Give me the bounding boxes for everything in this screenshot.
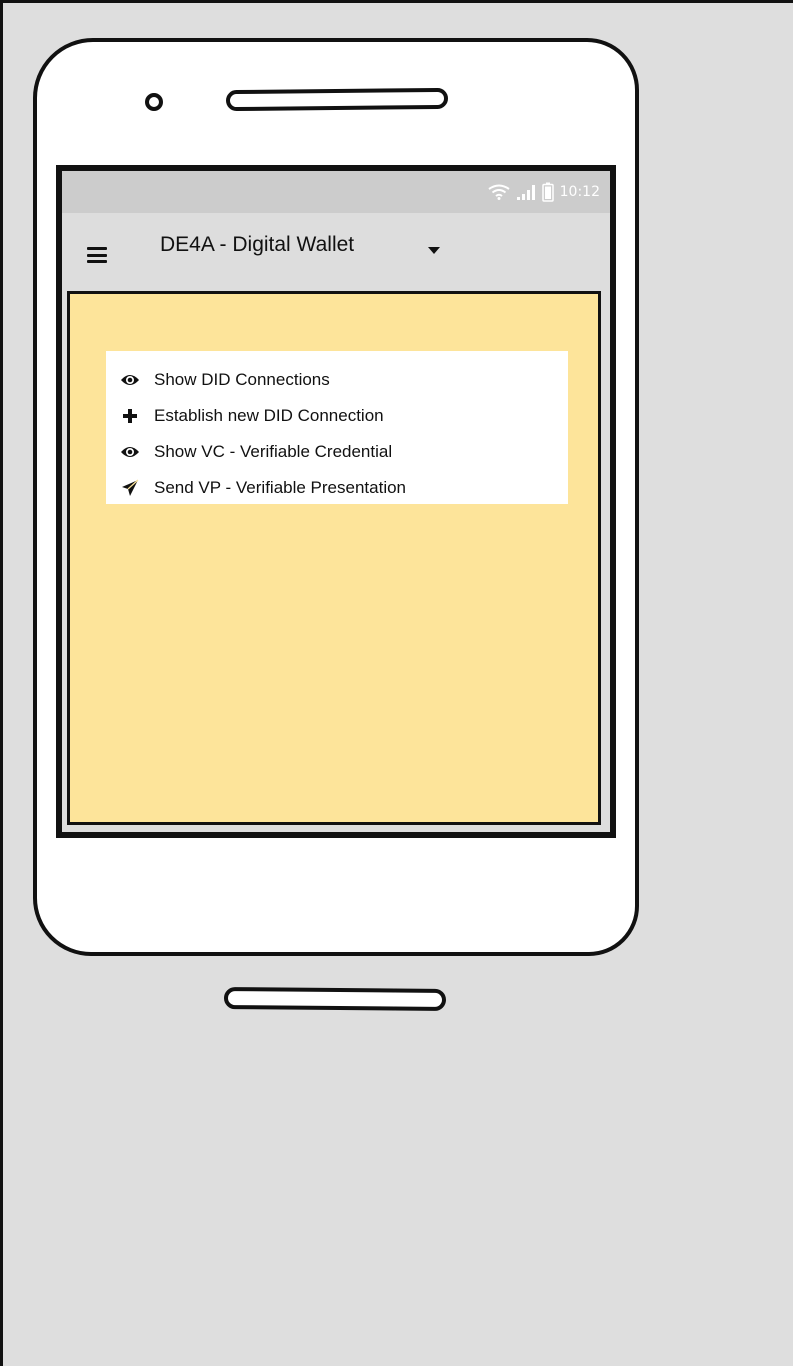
- send-icon: [118, 478, 142, 498]
- signal-icon: [516, 184, 536, 200]
- content-area: Show DID Connections Establish new DID C…: [67, 291, 601, 825]
- status-bar: 10:12: [62, 171, 610, 213]
- eye-icon: [118, 442, 142, 462]
- wifi-icon: [488, 184, 510, 200]
- bottom-speaker: [223, 987, 447, 1011]
- action-menu: Show DID Connections Establish new DID C…: [106, 351, 568, 504]
- menu-item-show-vc[interactable]: Show VC - Verifiable Credential: [118, 434, 556, 470]
- eye-icon: [118, 370, 142, 390]
- menu-item-establish-did-connection[interactable]: Establish new DID Connection: [118, 398, 556, 434]
- menu-item-label: Establish new DID Connection: [154, 406, 384, 425]
- menu-item-label: Show VC - Verifiable Credential: [154, 442, 393, 461]
- plus-icon: [118, 406, 142, 426]
- front-camera: [145, 93, 163, 111]
- earpiece-speaker: [225, 87, 449, 112]
- battery-icon: [541, 182, 554, 202]
- app-bar: DE4A - Digital Wallet: [62, 213, 610, 291]
- app-title[interactable]: DE4A - Digital Wallet: [160, 233, 354, 257]
- clock-time: 10:12: [559, 184, 600, 200]
- menu-item-show-did-connections[interactable]: Show DID Connections: [118, 362, 556, 398]
- caret-down-icon[interactable]: [428, 247, 440, 254]
- phone-screen: 10:12 DE4A - Digital Wallet Show DID Con…: [56, 165, 616, 838]
- hamburger-icon[interactable]: [87, 247, 107, 263]
- menu-item-send-vp[interactable]: Send VP - Verifiable Presentation: [118, 470, 556, 506]
- menu-item-label: Send VP - Verifiable Presentation: [154, 478, 407, 497]
- menu-item-label: Show DID Connections: [154, 370, 330, 389]
